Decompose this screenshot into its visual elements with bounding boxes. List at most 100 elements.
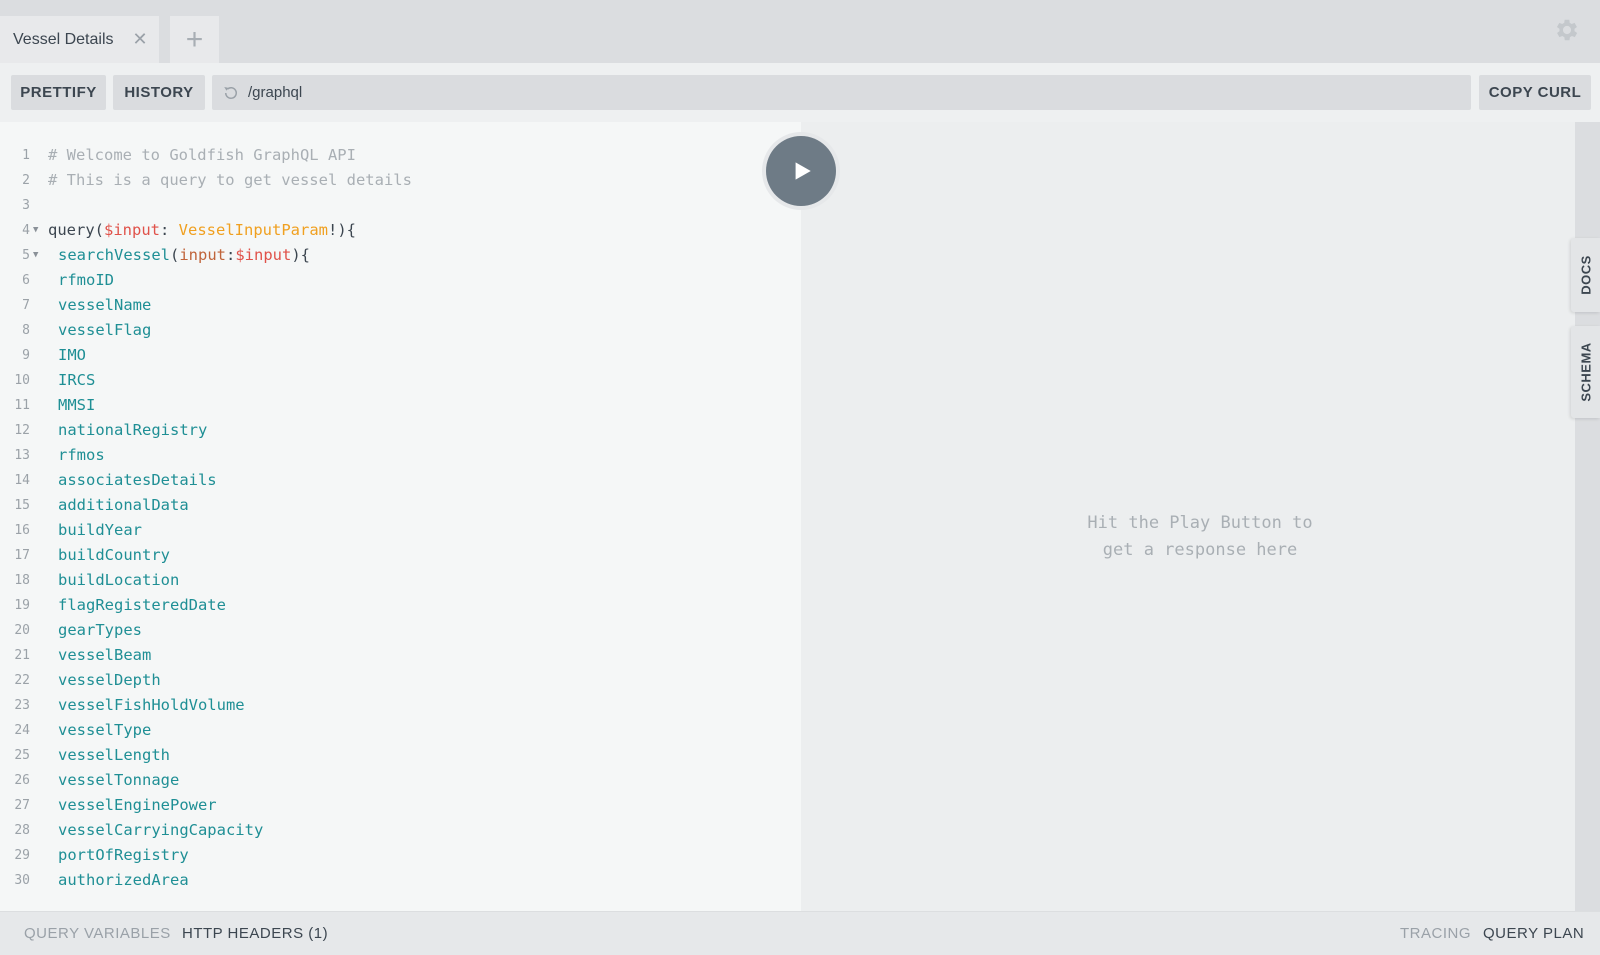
- code-field: vesselLength: [58, 746, 170, 764]
- code-field: flagRegisteredDate: [58, 596, 226, 614]
- line-number: 23: [14, 698, 30, 713]
- schema-side-tab[interactable]: SCHEMA: [1571, 326, 1600, 418]
- schema-label: SCHEMA: [1578, 342, 1593, 402]
- http-headers-tab[interactable]: HTTP HEADERS (1): [182, 912, 328, 955]
- code-field: vesselType: [58, 721, 152, 739]
- line-number: 20: [14, 623, 30, 638]
- code-line: 18 buildLocation: [0, 568, 801, 593]
- code-field: vesselDepth: [58, 671, 161, 689]
- code-comment: # This is a query to get vessel details: [48, 171, 412, 189]
- line-number: 27: [14, 798, 30, 813]
- line-number: 2: [22, 173, 30, 188]
- code-field: buildCountry: [58, 546, 170, 564]
- line-number: 17: [14, 548, 30, 563]
- play-button[interactable]: [766, 136, 836, 206]
- code-line: 15 additionalData: [0, 493, 801, 518]
- tab-vessel-details[interactable]: Vessel Details ✕: [0, 16, 159, 63]
- code-field: vesselFlag: [58, 321, 152, 339]
- code-line: 26 vesselTonnage: [0, 768, 801, 793]
- line-number: 5: [22, 248, 30, 263]
- code-line: 29 portOfRegistry: [0, 843, 801, 868]
- code-field: vesselEnginePower: [58, 796, 217, 814]
- line-number: 18: [14, 573, 30, 588]
- line-number: 13: [14, 448, 30, 463]
- line-number: 25: [14, 748, 30, 763]
- code-field: rfmos: [58, 446, 105, 464]
- docs-side-tab[interactable]: DOCS: [1571, 238, 1600, 312]
- query-editor[interactable]: 1 # Welcome to Goldfish GraphQL API 2 # …: [0, 122, 801, 911]
- code-line: 23 vesselFishHoldVolume: [0, 693, 801, 718]
- plus-icon[interactable]: +: [170, 16, 219, 63]
- line-number: 16: [14, 523, 30, 538]
- line-number: 28: [14, 823, 30, 838]
- code-line: 5 ▼ searchVessel(input:$input){: [0, 243, 801, 268]
- code-search-vessel: searchVessel(input:$input){: [58, 246, 311, 264]
- copy-curl-button[interactable]: COPY CURL: [1479, 75, 1591, 110]
- code-line: 1 # Welcome to Goldfish GraphQL API: [0, 143, 801, 168]
- result-hint-line-1: Hit the Play Button to: [1087, 513, 1313, 533]
- code-field: IMO: [58, 346, 86, 364]
- line-number: 29: [14, 848, 30, 863]
- tab-label: Vessel Details: [13, 30, 114, 48]
- line-number: 19: [14, 598, 30, 613]
- code-line: 30 authorizedArea: [0, 868, 801, 893]
- line-number: 26: [14, 773, 30, 788]
- result-hint-line-2: get a response here: [1102, 540, 1298, 560]
- code-line: 28 vesselCarryingCapacity: [0, 818, 801, 843]
- code-field: additionalData: [58, 496, 189, 514]
- reload-icon[interactable]: [222, 84, 240, 102]
- code-line: 3: [0, 193, 801, 218]
- line-number: 30: [14, 873, 30, 888]
- code-line: 21 vesselBeam: [0, 643, 801, 668]
- line-number: 24: [14, 723, 30, 738]
- query-plan-tab[interactable]: QUERY PLAN: [1483, 912, 1584, 955]
- gear-icon[interactable]: [1553, 16, 1581, 44]
- close-icon[interactable]: ✕: [131, 30, 149, 48]
- code-line: 7 vesselName: [0, 293, 801, 318]
- code-line: 16 buildYear: [0, 518, 801, 543]
- code-line: 22 vesselDepth: [0, 668, 801, 693]
- fold-arrow-icon[interactable]: ▼: [33, 243, 38, 268]
- code-line: 9 IMO: [0, 343, 801, 368]
- line-number: 8: [22, 323, 30, 338]
- code-line: 13 rfmos: [0, 443, 801, 468]
- line-number: 14: [14, 473, 30, 488]
- endpoint-url-input[interactable]: /graphql: [212, 75, 1471, 110]
- code-line: 14 associatesDetails: [0, 468, 801, 493]
- code-field: gearTypes: [58, 621, 142, 639]
- code-line: 25 vesselLength: [0, 743, 801, 768]
- code-line: 11 MMSI: [0, 393, 801, 418]
- code-query-declaration: query($input: VesselInputParam!){: [48, 221, 356, 239]
- line-number: 10: [14, 373, 30, 388]
- line-number: 7: [22, 298, 30, 313]
- history-button[interactable]: HISTORY: [113, 75, 205, 110]
- line-number: 6: [22, 273, 30, 288]
- line-number: 21: [14, 648, 30, 663]
- code-field: vesselBeam: [58, 646, 152, 664]
- code-line: 8 vesselFlag: [0, 318, 801, 343]
- prettify-button[interactable]: PRETTIFY: [11, 75, 106, 110]
- fold-arrow-icon[interactable]: ▼: [33, 218, 38, 243]
- code-field: authorizedArea: [58, 871, 189, 889]
- tracing-tab[interactable]: TRACING: [1400, 912, 1471, 955]
- line-number: 4: [22, 223, 30, 238]
- code-line: 2 # This is a query to get vessel detail…: [0, 168, 801, 193]
- code-line: 19 flagRegisteredDate: [0, 593, 801, 618]
- code-field: vesselName: [58, 296, 152, 314]
- line-number: 1: [22, 148, 30, 163]
- code-comment: # Welcome to Goldfish GraphQL API: [48, 146, 356, 164]
- code-line: 12 nationalRegistry: [0, 418, 801, 443]
- docs-label: DOCS: [1578, 255, 1593, 295]
- query-variables-tab[interactable]: QUERY VARIABLES: [24, 912, 171, 955]
- code-field: vesselTonnage: [58, 771, 180, 789]
- code-line: 10 IRCS: [0, 368, 801, 393]
- code-field: portOfRegistry: [58, 846, 189, 864]
- bottom-bar: QUERY VARIABLES HTTP HEADERS (1) TRACING…: [0, 911, 1600, 955]
- line-number: 15: [14, 498, 30, 513]
- code-field: vesselFishHoldVolume: [58, 696, 245, 714]
- code-line: 24 vesselType: [0, 718, 801, 743]
- toolbar: PRETTIFY HISTORY /graphql COPY CURL: [0, 63, 1600, 122]
- line-number: 22: [14, 673, 30, 688]
- line-number: 9: [22, 348, 30, 363]
- code-field: buildLocation: [58, 571, 180, 589]
